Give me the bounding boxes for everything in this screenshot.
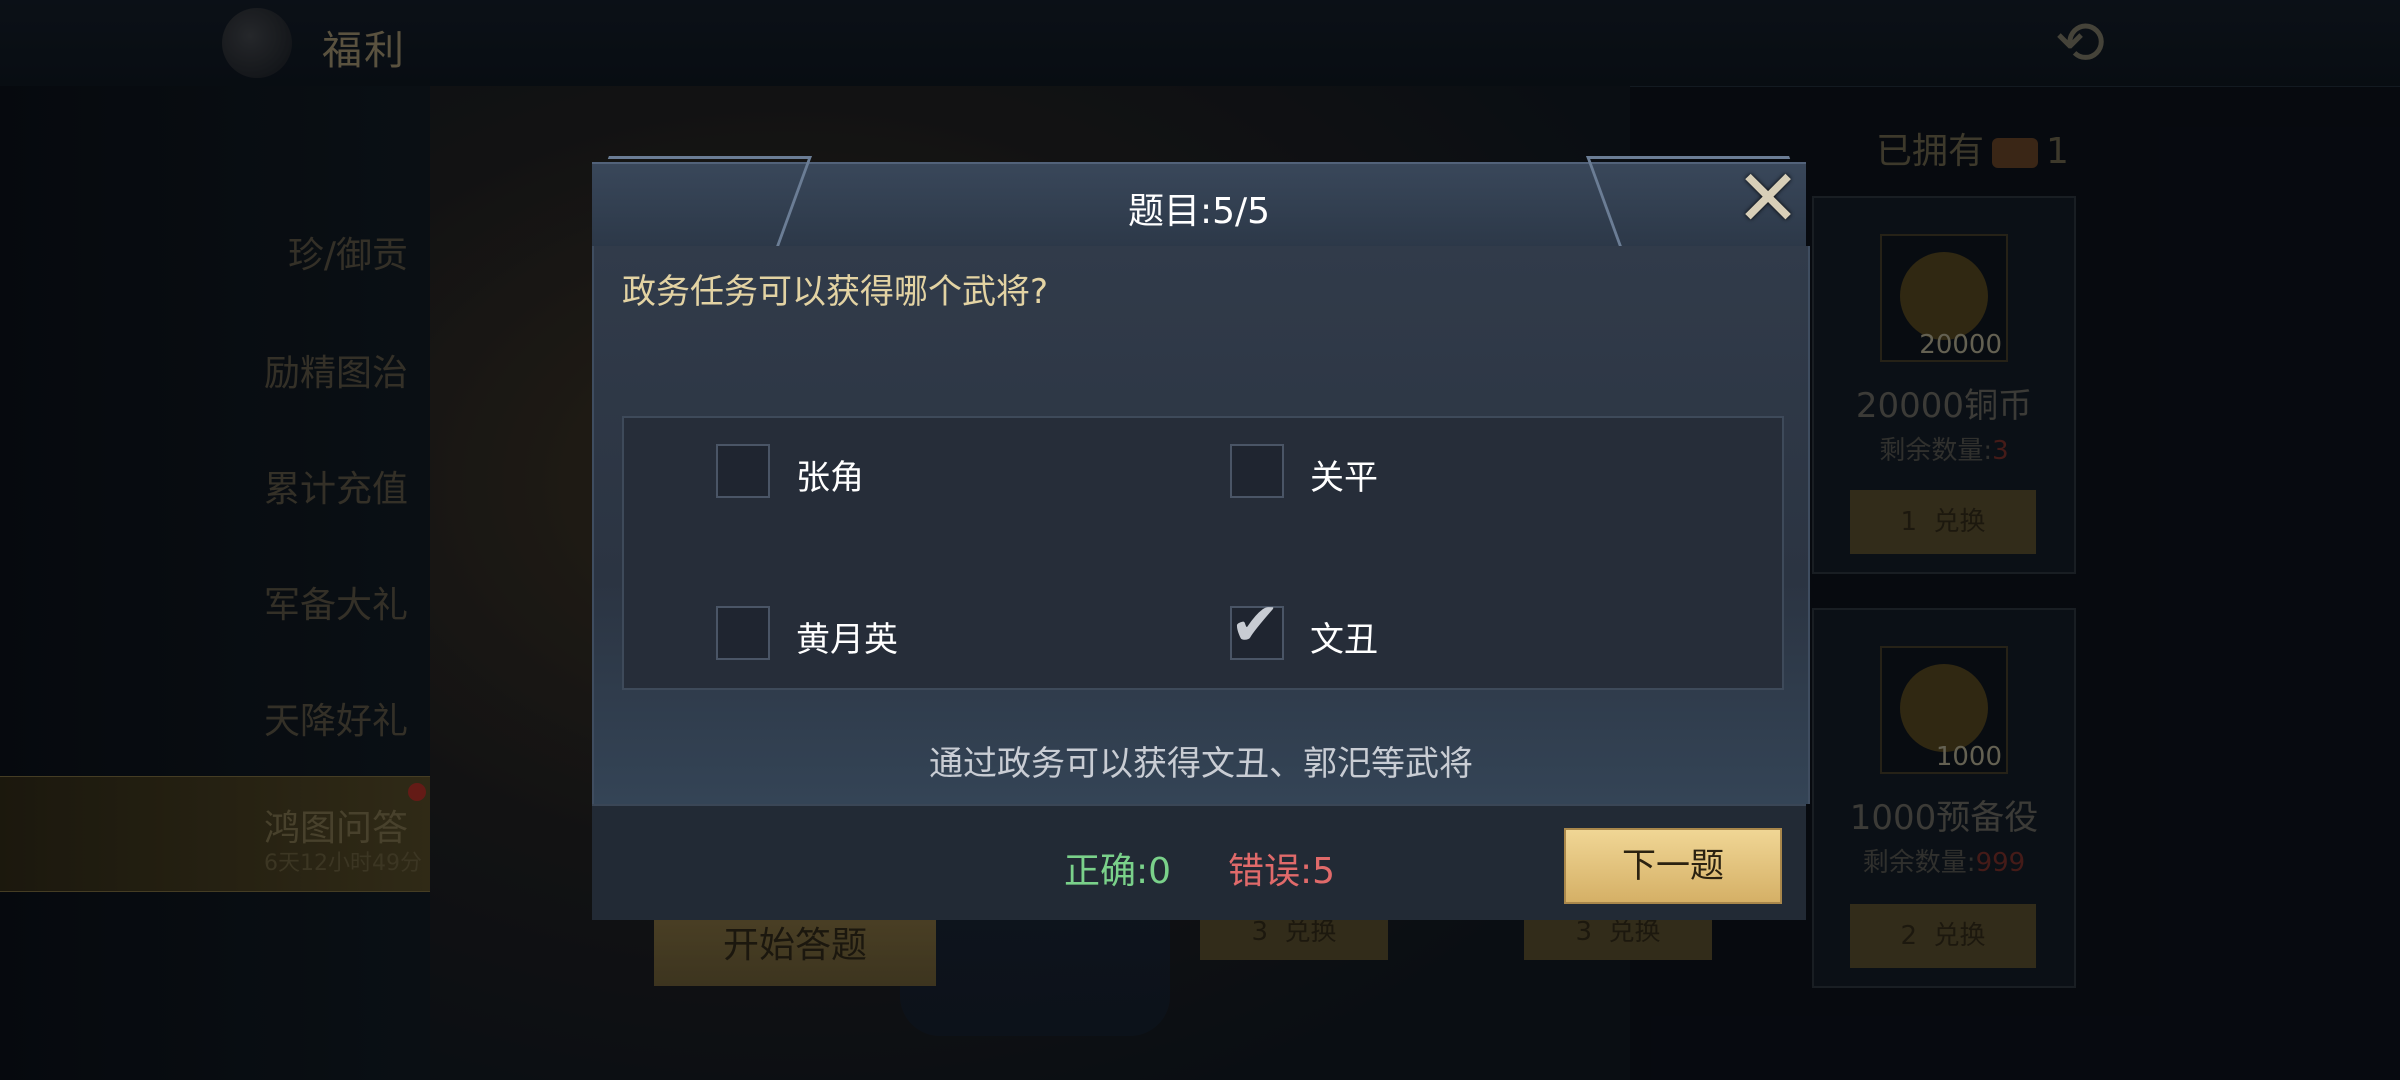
dialog-footer: 正确:0 错误:5 下一题 [592, 804, 1806, 920]
option-1[interactable]: 张角 [716, 444, 1136, 498]
next-question-button[interactable]: 下一题 [1564, 828, 1782, 904]
option-checkbox[interactable] [716, 444, 770, 498]
check-icon: ✔ [1230, 590, 1281, 660]
option-label: 文丑 [1310, 620, 1378, 660]
quiz-dialog: 题目:5/5 ✕ 政务任务可以获得哪个武将? 张角 关平 黄月英 ✔ 文丑 通过… [575, 156, 1823, 920]
option-checkbox[interactable] [1230, 444, 1284, 498]
dialog-body: 政务任务可以获得哪个武将? 张角 关平 黄月英 ✔ 文丑 通过政务可以获得文丑、… [592, 246, 1810, 804]
option-4[interactable]: ✔ 文丑 [1230, 592, 1650, 660]
dialog-header: 题目:5/5 [575, 156, 1823, 249]
option-label: 黄月英 [796, 620, 898, 660]
options-panel: 张角 关平 黄月英 ✔ 文丑 [622, 416, 1784, 690]
question-text: 政务任务可以获得哪个武将? [622, 272, 1049, 312]
option-checkbox[interactable] [716, 606, 770, 660]
option-label: 关平 [1310, 458, 1378, 498]
wrong-count: 错误:5 [1228, 851, 1336, 892]
close-icon[interactable]: ✕ [1728, 160, 1808, 240]
option-2[interactable]: 关平 [1230, 444, 1650, 498]
correct-count: 正确:0 [1064, 851, 1172, 892]
answer-explanation: 通过政务可以获得文丑、郭汜等武将 [929, 744, 1473, 784]
question-number: 题目:5/5 [1127, 191, 1271, 232]
option-label: 张角 [796, 458, 864, 498]
option-3[interactable]: 黄月英 [716, 606, 1136, 660]
